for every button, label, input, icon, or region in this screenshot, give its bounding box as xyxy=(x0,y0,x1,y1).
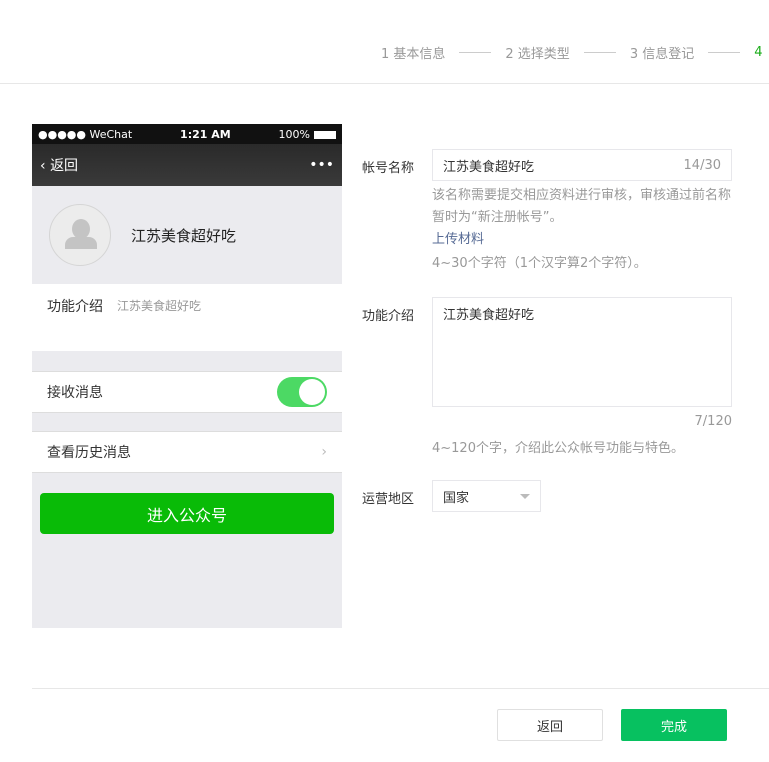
name-rule: 4~30个字符（1个汉字算2个字符）。 xyxy=(432,256,647,271)
done-button[interactable]: 完成 xyxy=(621,709,727,741)
divider xyxy=(0,83,769,84)
name-value: 江苏美食超好吃 xyxy=(443,159,535,175)
back-button[interactable]: 返回 xyxy=(497,709,603,741)
step-indicator: 1 基本信息 2 选择类型 3 信息登记 4 xyxy=(381,43,763,62)
step-2: 2 选择类型 xyxy=(505,47,570,62)
step-4: 4 xyxy=(754,45,763,60)
step-3: 3 信息登记 xyxy=(629,47,695,62)
battery-icon xyxy=(314,130,336,139)
name-tip: 该名称需要提交相应资料进行审核，审核通过前名称暂时为“新注册帐号”。 xyxy=(432,188,732,225)
phone-preview: ●●●●● WeChat 1:21 AM 100% ‹ 返回 ••• 江苏美食超… xyxy=(32,124,342,628)
chevron-right-icon: › xyxy=(321,444,327,460)
region-select[interactable]: 国家 xyxy=(432,480,541,512)
intro-row: 功能介绍 江苏美食超好吃 xyxy=(32,284,342,351)
nav-bar: ‹ 返回 ••• xyxy=(32,144,342,186)
nav-back: ‹ 返回 xyxy=(40,158,79,174)
divider xyxy=(32,688,769,689)
clock: 1:21 AM xyxy=(180,127,231,141)
carrier: ●●●●● WeChat xyxy=(38,127,133,141)
profile-header: 江苏美食超好吃 xyxy=(32,186,342,284)
receive-label: 接收消息 xyxy=(47,385,103,401)
name-input[interactable]: 江苏美食超好吃 14/30 xyxy=(432,149,732,181)
history-label: 查看历史消息 xyxy=(47,445,131,461)
intro-label: 功能介绍 xyxy=(362,309,415,324)
intro-value: 江苏美食超好吃 xyxy=(117,299,202,313)
intro-textarea[interactable]: 江苏美食超好吃 xyxy=(432,297,732,407)
receive-toggle xyxy=(277,377,327,407)
name-label: 帐号名称 xyxy=(362,161,415,176)
status-bar: ●●●●● WeChat 1:21 AM 100% xyxy=(32,124,342,144)
region-value: 国家 xyxy=(443,490,470,506)
more-icon: ••• xyxy=(309,157,334,173)
history-row: 查看历史消息 › xyxy=(32,431,342,473)
receive-row: 接收消息 xyxy=(32,371,342,413)
name-count: 14/30 xyxy=(683,157,721,173)
intro-count: 7/120 xyxy=(694,414,732,429)
registration-form: 帐号名称 江苏美食超好吃 14/30 该名称需要提交相应资料进行审核，审核通过前名… xyxy=(362,149,732,512)
battery-level: 100% xyxy=(278,127,310,141)
intro-label: 功能介绍 xyxy=(47,299,103,315)
intro-rule: 4~120个字，介绍此公众帐号功能与特色。 xyxy=(432,441,684,456)
account-name: 江苏美食超好吃 xyxy=(131,226,237,245)
nav-back-label: 返回 xyxy=(50,158,79,174)
avatar xyxy=(49,204,111,266)
chevron-down-icon xyxy=(520,493,530,499)
region-label: 运营地区 xyxy=(362,492,415,507)
enter-account-button: 进入公众号 xyxy=(40,493,334,534)
upload-link[interactable]: 上传材料 xyxy=(432,229,732,251)
step-1: 1 基本信息 xyxy=(381,47,446,62)
